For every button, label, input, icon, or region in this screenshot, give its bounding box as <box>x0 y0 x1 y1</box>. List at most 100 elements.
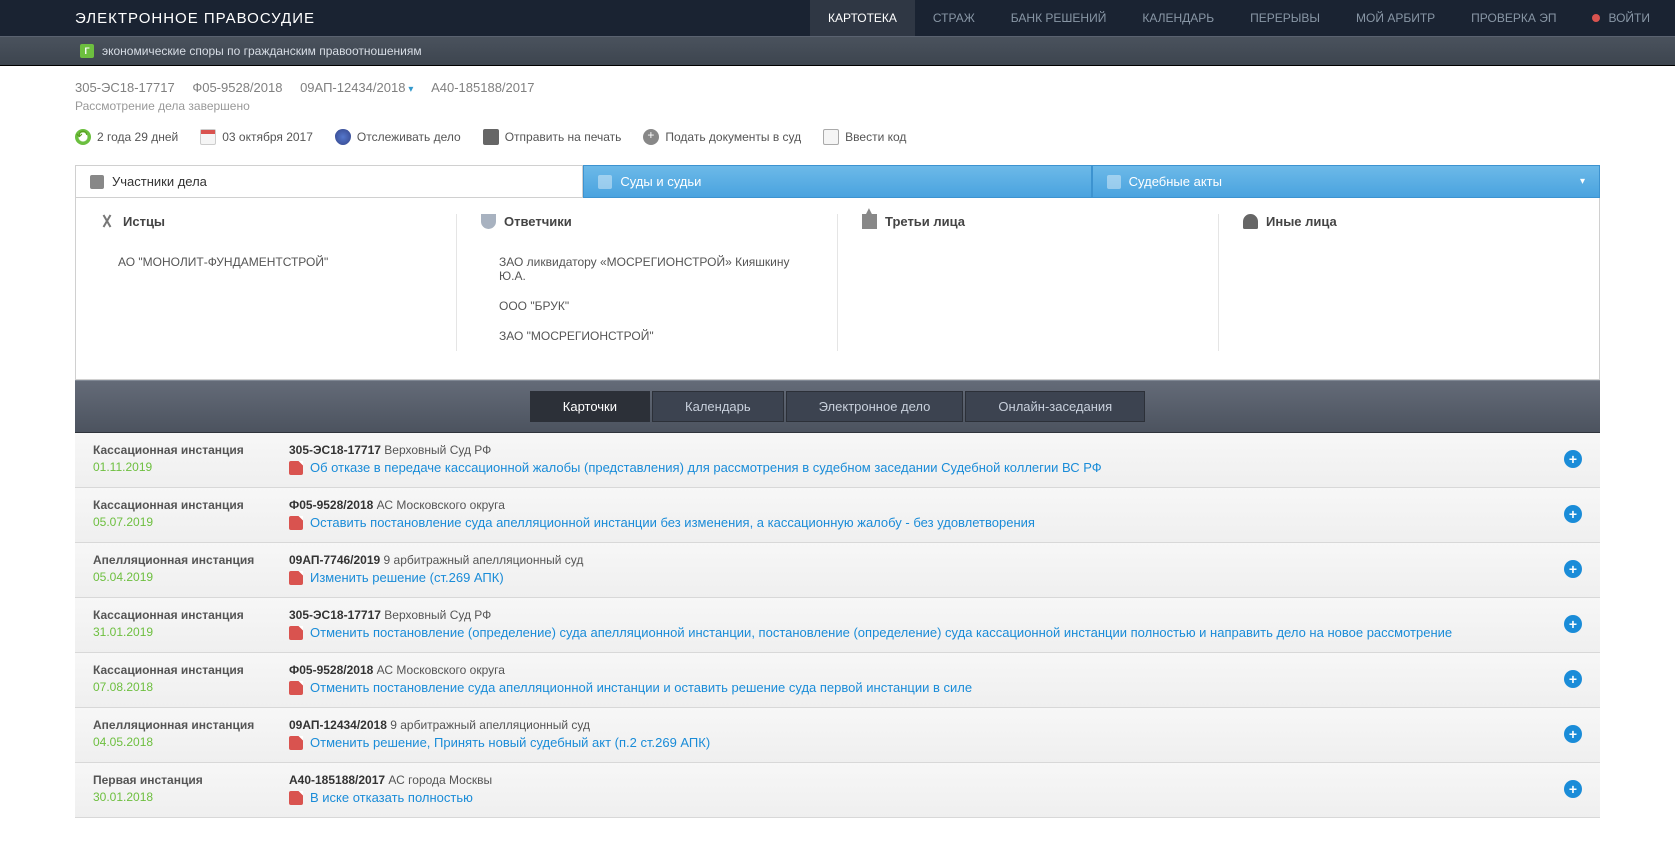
third-title: Третьи лица <box>885 214 965 229</box>
event-row: Первая инстанция30.01.2018А40-185188/201… <box>75 763 1600 818</box>
events-list: Кассационная инстанция01.11.2019305-ЭС18… <box>75 433 1600 818</box>
person-icon <box>1243 214 1258 229</box>
nav-item-arbiter[interactable]: МОЙ АРБИТР <box>1338 0 1453 36</box>
pdf-icon[interactable] <box>289 736 303 750</box>
party-item[interactable]: ЗАО "МОСРЕГИОНСТРОЙ" <box>481 321 813 351</box>
pdf-icon[interactable] <box>289 681 303 695</box>
tab-acts[interactable]: Судебные акты <box>1092 165 1600 198</box>
nav-item-calendar[interactable]: КАЛЕНДАРЬ <box>1124 0 1232 36</box>
pdf-icon[interactable] <box>289 516 303 530</box>
event-date: 01.11.2019 <box>93 460 289 474</box>
expand-button[interactable]: + <box>1564 670 1582 688</box>
bc-item-dropdown[interactable]: 09АП-12434/2018 <box>300 80 413 95</box>
event-meta: Ф05-9528/2018 АС Московского округа <box>289 663 1544 677</box>
bc-item[interactable]: Ф05-9528/2018 <box>192 80 282 95</box>
bc-item[interactable]: А40-185188/2017 <box>431 80 534 95</box>
nav-item-strazh[interactable]: СТРАЖ <box>915 0 993 36</box>
people-icon <box>90 175 104 189</box>
nav-item-check[interactable]: ПРОВЕРКА ЭП <box>1453 0 1574 36</box>
event-meta: А40-185188/2017 АС города Москвы <box>289 773 1544 787</box>
shield-icon <box>481 214 496 229</box>
event-date: 07.08.2018 <box>93 680 289 694</box>
pdf-icon[interactable] <box>289 791 303 805</box>
top-nav: ЭЛЕКТРОННОЕ ПРАВОСУДИЕ КАРТОТЕКА СТРАЖ Б… <box>0 0 1675 36</box>
event-row: Кассационная инстанция 07.08.2018Ф05-9528… <box>75 653 1600 708</box>
expand-button[interactable]: + <box>1564 725 1582 743</box>
case-type-icon: Г <box>80 44 94 58</box>
brand: ЭЛЕКТРОННОЕ ПРАВОСУДИЕ <box>75 10 315 27</box>
event-instance: Апелляционная инстанция <box>93 553 289 567</box>
event-instance: Кассационная инстанция <box>93 498 289 512</box>
expand-button[interactable]: + <box>1564 560 1582 578</box>
event-instance: Кассационная инстанция <box>93 663 289 677</box>
other-column: Иные лица <box>1219 214 1599 351</box>
other-title: Иные лица <box>1266 214 1337 229</box>
event-meta: 09АП-7746/2019 9 арбитражный апелляционн… <box>289 553 1544 567</box>
nav-item-kartoteka[interactable]: КАРТОТЕКА <box>810 0 915 36</box>
duration-indicator: 2 года 29 дней <box>75 129 178 145</box>
expand-button[interactable]: + <box>1564 505 1582 523</box>
date-indicator: 03 октября 2017 <box>200 129 313 145</box>
plaintiffs-title: Истцы <box>123 214 165 229</box>
expand-button[interactable]: + <box>1564 615 1582 633</box>
event-instance: Апелляционная инстанция <box>93 718 289 732</box>
expand-button[interactable]: + <box>1564 450 1582 468</box>
defendants-column: Ответчики ЗАО ликвидатору «МОСРЕГИОНСТРО… <box>457 214 838 351</box>
court-icon <box>598 175 612 189</box>
upload-icon <box>643 129 659 145</box>
event-meta: 305-ЭС18-17717 Верховный Суд РФ <box>289 443 1544 457</box>
parties-panel: Истцы АО "МОНОЛИТ-ФУНДАМЕНТСТРОЙ" Ответч… <box>75 198 1600 380</box>
pdf-icon[interactable] <box>289 626 303 640</box>
event-meta: 09АП-12434/2018 9 арбитражный апелляцион… <box>289 718 1544 732</box>
tab-courts[interactable]: Суды и судьи <box>583 165 1091 198</box>
login-button[interactable]: ВОЙТИ <box>1574 11 1675 25</box>
event-link[interactable]: Отменить постановление суда апелляционно… <box>310 680 972 695</box>
pdf-icon[interactable] <box>289 461 303 475</box>
bc-item[interactable]: 305-ЭС18-17717 <box>75 80 175 95</box>
event-date: 04.05.2018 <box>93 735 289 749</box>
code-button[interactable]: Ввести код <box>823 129 906 145</box>
nav-item-breaks[interactable]: ПЕРЕРЫВЫ <box>1232 0 1338 36</box>
event-row: Кассационная инстанция01.11.2019305-ЭС18… <box>75 433 1600 488</box>
subtab-calendar[interactable]: Календарь <box>652 391 784 422</box>
code-icon <box>823 129 839 145</box>
defendants-title: Ответчики <box>504 214 572 229</box>
expand-button[interactable]: + <box>1564 780 1582 798</box>
shield-icon <box>335 129 351 145</box>
printer-icon <box>483 129 499 145</box>
print-button[interactable]: Отправить на печать <box>483 129 622 145</box>
nav-item-bank[interactable]: БАНК РЕШЕНИЙ <box>993 0 1125 36</box>
event-link[interactable]: Оставить постановление суда апелляционно… <box>310 515 1035 530</box>
submit-button[interactable]: Подать документы в суд <box>643 129 801 145</box>
event-link[interactable]: Об отказе в передаче кассационной жалобы… <box>310 460 1102 475</box>
subtab-online[interactable]: Онлайн-заседания <box>965 391 1145 422</box>
building-icon <box>862 214 877 229</box>
action-bar: 2 года 29 дней 03 октября 2017 Отслежива… <box>75 123 1600 157</box>
event-instance: Первая инстанция <box>93 773 289 787</box>
event-row: Апелляционная инстанция 04.05.201809АП-12… <box>75 708 1600 763</box>
event-meta: 305-ЭС18-17717 Верховный Суд РФ <box>289 608 1544 622</box>
third-column: Третьи лица <box>838 214 1219 351</box>
event-date: 05.04.2019 <box>93 570 289 584</box>
breadcrumb: 305-ЭС18-17717 Ф05-9528/2018 09АП-12434/… <box>75 80 1600 95</box>
event-row: Кассационная инстанция05.07.2019Ф05-9528… <box>75 488 1600 543</box>
event-link[interactable]: Отменить постановление (определение) суд… <box>310 625 1452 640</box>
event-link[interactable]: Изменить решение (ст.269 АПК) <box>310 570 504 585</box>
party-item[interactable]: ООО "БРУК" <box>481 291 813 321</box>
party-item[interactable]: АО "МОНОЛИТ-ФУНДАМЕНТСТРОЙ" <box>100 247 432 277</box>
subbar: Г экономические споры по гражданским пра… <box>0 36 1675 66</box>
swords-icon <box>100 214 115 229</box>
subtab-cards[interactable]: Карточки <box>530 391 650 422</box>
event-link[interactable]: Отменить решение, Принять новый судебный… <box>310 735 710 750</box>
track-button[interactable]: Отслеживать дело <box>335 129 461 145</box>
event-date: 05.07.2019 <box>93 515 289 529</box>
nav-items: КАРТОТЕКА СТРАЖ БАНК РЕШЕНИЙ КАЛЕНДАРЬ П… <box>810 0 1574 36</box>
clock-icon <box>75 129 91 145</box>
party-item[interactable]: ЗАО ликвидатору «МОСРЕГИОНСТРОЙ» Кияшкин… <box>481 247 813 291</box>
document-icon <box>1107 175 1121 189</box>
event-link[interactable]: В иске отказать полностью <box>310 790 473 805</box>
subtab-ecase[interactable]: Электронное дело <box>786 391 964 422</box>
event-instance: Кассационная инстанция <box>93 608 289 622</box>
tab-participants[interactable]: Участники дела <box>75 165 583 198</box>
pdf-icon[interactable] <box>289 571 303 585</box>
